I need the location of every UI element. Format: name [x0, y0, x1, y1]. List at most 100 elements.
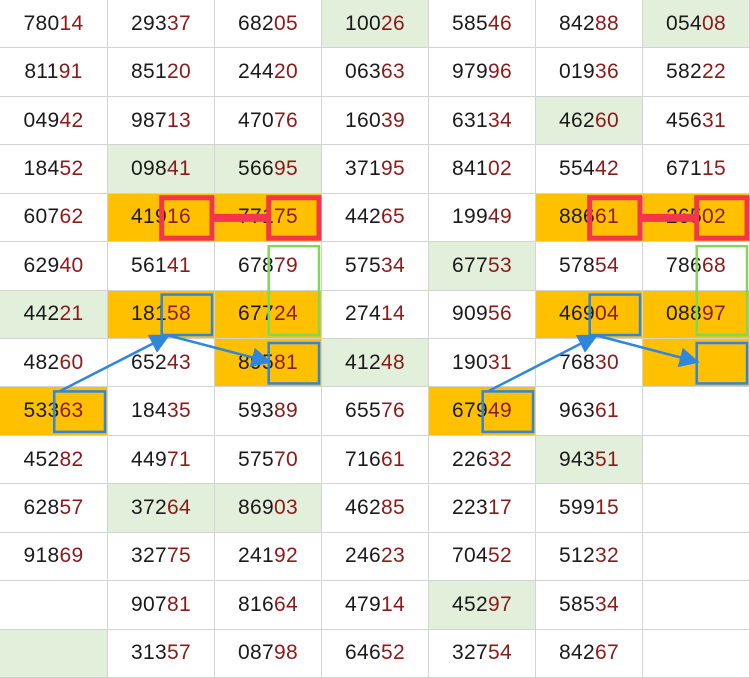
grid-cell: 585 34 [536, 581, 643, 630]
cell-suffix: 58 [166, 302, 191, 326]
cell-prefix: 533 [23, 399, 60, 423]
cell-prefix: 098 [131, 156, 167, 180]
cell-suffix: 89 [273, 399, 298, 423]
grid-cell: 160 39 [322, 96, 429, 146]
cell-prefix: 716 [345, 447, 381, 471]
cell-prefix: 575 [238, 447, 274, 471]
cell-suffix: 62 [59, 205, 84, 229]
cell-suffix: 97 [487, 592, 512, 616]
grid-cell: 274 14 [322, 290, 429, 339]
cell-prefix: 244 [238, 60, 274, 84]
cell-prefix: 561 [131, 253, 167, 277]
grid-cell: 327 75 [108, 532, 215, 582]
cell-prefix: 452 [23, 447, 60, 471]
grid-cell: 682 05 [215, 0, 322, 49]
cell-prefix: 771 [238, 205, 274, 229]
grid-cell: 599 15 [536, 484, 643, 533]
cell-suffix: 63 [380, 60, 405, 84]
cell-suffix: 57 [59, 496, 84, 519]
cell-prefix: 682 [238, 11, 274, 35]
cell-suffix: 40 [59, 253, 84, 277]
cell-suffix: 95 [273, 156, 298, 180]
cell-suffix: 70 [273, 447, 298, 471]
grid-cell: 470 76 [215, 96, 322, 146]
cell-suffix: 15 [701, 156, 726, 180]
cell-prefix: 456 [666, 108, 702, 132]
grid-cell: 199 49 [429, 193, 536, 243]
grid-cell [643, 581, 750, 630]
grid-cell: 943 51 [536, 435, 643, 485]
grid-cell: 442 65 [322, 193, 429, 243]
grid-cell: 671 15 [643, 145, 750, 194]
grid-cell: 469 04 [536, 290, 643, 339]
cell-prefix: 100 [345, 11, 381, 35]
cell-prefix: 190 [452, 350, 488, 374]
grid-cell: 452 82 [0, 435, 108, 485]
cell-prefix: 987 [131, 108, 167, 132]
cell-suffix: 41 [166, 156, 191, 180]
cell-prefix: 327 [452, 641, 488, 665]
grid-cell: 456 31 [643, 96, 750, 146]
cell-prefix: 181 [131, 302, 167, 326]
grid-cell: 987 13 [108, 96, 215, 146]
cell-prefix: 419 [131, 205, 167, 229]
cell-suffix: 61 [594, 399, 619, 423]
grid-cell: 963 61 [536, 387, 643, 436]
cell-suffix: 81 [273, 350, 298, 374]
cell-suffix: 67 [594, 641, 619, 665]
cell-prefix: 470 [238, 108, 274, 132]
cell-prefix: 677 [452, 253, 488, 277]
cell-prefix: 811 [24, 60, 59, 84]
cell-prefix: 512 [559, 544, 595, 568]
cell-suffix: 34 [487, 108, 512, 132]
cell-suffix: 26 [380, 11, 405, 35]
grid-cell: 372 64 [108, 484, 215, 533]
cell-prefix: 019 [559, 60, 595, 84]
grid-cell [643, 387, 750, 436]
cell-suffix: 52 [487, 544, 512, 568]
cell-suffix: 05 [273, 11, 298, 35]
grid-cell: 482 60 [0, 339, 108, 388]
cell-prefix: 768 [559, 350, 595, 374]
cell-suffix: 04 [594, 302, 619, 326]
grid-cell: 412 48 [322, 339, 429, 388]
grid-cell: 841 02 [429, 145, 536, 194]
cell-suffix: 46 [487, 11, 512, 35]
cell-suffix: 49 [487, 399, 512, 423]
cell-prefix: 679 [452, 399, 488, 423]
cell-suffix: 64 [166, 496, 191, 519]
cell-suffix: 32 [487, 447, 512, 471]
cell-suffix: 36 [594, 60, 619, 84]
grid-cell: 585 46 [429, 0, 536, 49]
cell-suffix: 21 [59, 302, 84, 326]
cell-suffix: 60 [594, 108, 619, 132]
cell-prefix: 412 [345, 350, 381, 374]
cell-prefix: 628 [23, 496, 60, 519]
cell-suffix: 49 [487, 205, 512, 229]
grid-cell: 533 63 [0, 387, 108, 436]
grid-cell: 561 41 [108, 242, 215, 291]
grid-cell: 419 16 [108, 193, 215, 243]
cell-prefix: 088 [666, 302, 702, 326]
cell-prefix: 786 [666, 253, 702, 277]
grid-cell: 786 68 [643, 242, 750, 291]
cell-suffix: 14 [380, 592, 405, 616]
cell-suffix: 54 [487, 641, 512, 665]
cell-prefix: 265 [666, 205, 702, 229]
grid-cell: 704 52 [429, 532, 536, 582]
grid-cell [0, 629, 108, 678]
grid-cell: 226 32 [429, 435, 536, 485]
cell-suffix: 31 [487, 350, 512, 374]
grid-cell: 628 57 [0, 484, 108, 533]
cell-suffix: 43 [166, 350, 191, 374]
cell-prefix: 327 [131, 544, 167, 568]
cell-prefix: 578 [559, 253, 595, 277]
cell-suffix: 79 [273, 253, 298, 277]
cell-suffix: 71 [166, 447, 191, 471]
cell-suffix: 51 [594, 447, 619, 471]
grid-cell: 293 37 [108, 0, 215, 49]
grid-cell: 449 71 [108, 435, 215, 485]
cell-prefix: 841 [452, 156, 488, 180]
cell-suffix: 52 [380, 641, 405, 665]
cell-suffix: 08 [701, 11, 726, 35]
